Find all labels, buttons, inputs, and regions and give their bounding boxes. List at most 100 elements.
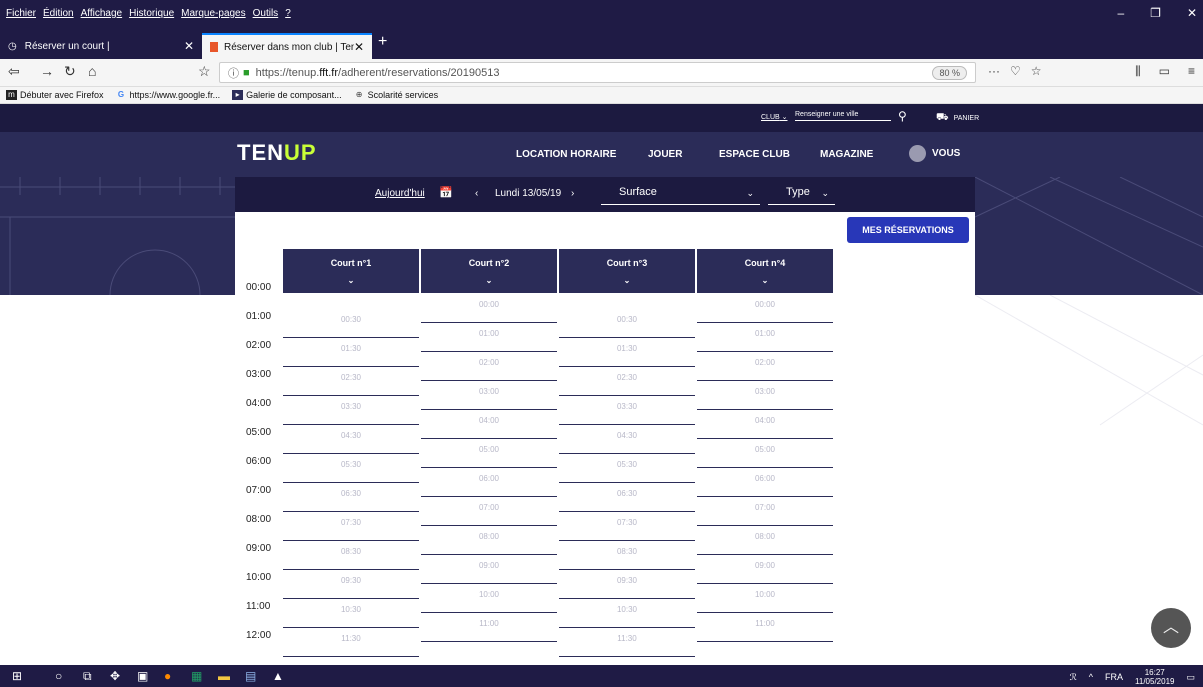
time-slot[interactable]: 09:00 xyxy=(421,555,557,584)
home-icon[interactable]: ⌂ xyxy=(88,63,96,79)
time-slot[interactable]: 05:30 xyxy=(283,454,419,483)
time-slot[interactable]: 00:00 xyxy=(421,294,557,323)
court-header[interactable]: Court n°2 ⌄ xyxy=(421,249,557,293)
back-icon[interactable]: ⇦ xyxy=(8,63,20,80)
media-icon[interactable]: ▣ xyxy=(137,669,148,683)
club-selector[interactable]: CLUB ⌄ xyxy=(761,113,788,121)
menu-fichier[interactable]: Fichier xyxy=(6,8,36,19)
time-slot[interactable]: 02:00 xyxy=(697,352,833,381)
nav-espace-club[interactable]: ESPACE CLUB xyxy=(719,149,790,160)
bookmark-google[interactable]: Ghttps://www.google.fr... xyxy=(116,90,220,100)
time-slot[interactable]: 06:00 xyxy=(697,468,833,497)
windows-start-icon[interactable]: ⊞ xyxy=(12,669,22,683)
reload-icon[interactable]: ↻ xyxy=(64,63,76,80)
time-slot[interactable]: 07:30 xyxy=(283,512,419,541)
bookmark-page-icon[interactable]: ☆ xyxy=(198,63,211,80)
minimize-icon[interactable]: – xyxy=(1117,6,1124,20)
time-slot[interactable]: 11:00 xyxy=(697,613,833,642)
time-slot[interactable]: 08:30 xyxy=(283,541,419,570)
time-slot[interactable]: 04:00 xyxy=(697,410,833,439)
word-icon[interactable]: ▤ xyxy=(245,669,256,683)
menu-edition[interactable]: Édition xyxy=(43,8,74,19)
user-menu[interactable]: VOUS xyxy=(909,145,960,162)
my-reservations-button[interactable]: MES RÉSERVATIONS xyxy=(847,217,969,243)
time-slot[interactable]: 06:30 xyxy=(559,483,695,512)
scroll-to-top-button[interactable]: ︿ xyxy=(1151,608,1191,648)
time-slot[interactable]: 05:30 xyxy=(559,454,695,483)
type-select[interactable]: Type ⌄ xyxy=(768,186,835,205)
cart-button[interactable]: ⛟ PANIER xyxy=(936,112,979,125)
calendar-icon[interactable]: 📅 xyxy=(439,186,453,199)
time-slot[interactable]: 00:30 xyxy=(283,309,419,338)
time-slot[interactable]: 05:00 xyxy=(421,439,557,468)
time-slot[interactable]: 02:30 xyxy=(283,367,419,396)
time-slot[interactable]: 08:00 xyxy=(421,526,557,555)
time-slot[interactable]: 04:30 xyxy=(559,425,695,454)
today-link[interactable]: Aujourd'hui xyxy=(375,188,425,199)
restore-icon[interactable]: ❐ xyxy=(1150,6,1161,20)
nav-jouer[interactable]: JOUER xyxy=(648,149,682,160)
time-slot[interactable]: 10:30 xyxy=(283,599,419,628)
court-header[interactable]: Court n°1 ⌄ xyxy=(283,249,419,293)
court-header[interactable]: Court n°3 ⌄ xyxy=(559,249,695,293)
bookmark-scolarite[interactable]: ⊕ Scolarité services xyxy=(354,90,438,100)
photos-icon[interactable]: ▲ xyxy=(272,669,284,683)
menu-historique[interactable]: Historique xyxy=(129,8,174,19)
time-slot[interactable]: 10:00 xyxy=(697,584,833,613)
time-slot[interactable]: 01:30 xyxy=(559,338,695,367)
tab-reserver-club[interactable]: Réserver dans mon club | Ten'U ✕ xyxy=(202,33,372,59)
time-slot[interactable]: 11:00 xyxy=(421,613,557,642)
close-window-icon[interactable]: ✕ xyxy=(1187,6,1197,20)
previous-day-icon[interactable]: ‹ xyxy=(475,188,478,199)
surface-select[interactable]: Surface ⌄ xyxy=(601,186,760,205)
time-slot[interactable]: 00:00 xyxy=(697,294,833,323)
menu-aide[interactable]: ? xyxy=(285,8,291,19)
city-search-input[interactable]: Renseigner une ville xyxy=(795,111,891,121)
info-icon[interactable]: ⓘ xyxy=(228,65,239,81)
time-slot[interactable]: 01:00 xyxy=(697,323,833,352)
task-view-icon[interactable]: ⧉ xyxy=(83,669,92,684)
people-icon[interactable]: ℛ xyxy=(1070,672,1077,683)
time-slot[interactable]: 03:00 xyxy=(421,381,557,410)
tab-reserver-court[interactable]: ◷ Réserver un court | ✕ xyxy=(0,33,202,59)
bookmark-firefox[interactable]: m Débuter avec Firefox xyxy=(6,90,104,100)
time-slot[interactable]: 10:30 xyxy=(559,599,695,628)
notification-icon[interactable]: ▭ xyxy=(1186,672,1195,683)
zoom-level[interactable]: 80 % xyxy=(932,66,967,80)
menu-affichage[interactable]: Affichage xyxy=(81,8,123,19)
close-tab-icon[interactable]: ✕ xyxy=(184,39,194,53)
time-slot[interactable]: 09:00 xyxy=(697,555,833,584)
nav-magazine[interactable]: MAGAZINE xyxy=(820,149,873,160)
court-header[interactable]: Court n°4 ⌄ xyxy=(697,249,833,293)
time-slot[interactable]: 02:00 xyxy=(421,352,557,381)
menu-icon[interactable]: ≡ xyxy=(1188,64,1195,79)
time-slot[interactable]: 11:30 xyxy=(559,628,695,657)
time-slot[interactable]: 03:00 xyxy=(697,381,833,410)
time-slot[interactable]: 02:30 xyxy=(559,367,695,396)
app-icon[interactable]: ✥ xyxy=(110,669,120,683)
tenup-logo[interactable]: TENUP xyxy=(237,140,317,166)
menu-marque-pages[interactable]: Marque-pages xyxy=(181,8,245,19)
chevron-up-icon[interactable]: ^ xyxy=(1089,672,1093,682)
url-field[interactable]: ⓘ ■ https://tenup. fft.fr/adherent/reserv… xyxy=(219,62,976,83)
time-slot[interactable]: 01:00 xyxy=(421,323,557,352)
excel-icon[interactable]: ▦ xyxy=(191,669,202,683)
time-slot[interactable]: 04:00 xyxy=(421,410,557,439)
time-slot[interactable]: 11:30 xyxy=(283,628,419,657)
time-slot[interactable]: 08:00 xyxy=(697,526,833,555)
clock[interactable]: 16:27 11/05/2019 xyxy=(1135,668,1174,686)
time-slot[interactable]: 06:30 xyxy=(283,483,419,512)
bookmark-galerie[interactable]: ▸ Galerie de composant... xyxy=(232,90,342,100)
time-slot[interactable]: 05:00 xyxy=(697,439,833,468)
explorer-icon[interactable]: ▬ xyxy=(218,669,230,683)
time-slot[interactable]: 04:30 xyxy=(283,425,419,454)
library-icon[interactable]: ⫼ xyxy=(1135,64,1141,79)
forward-icon[interactable]: → xyxy=(40,63,54,79)
time-slot[interactable]: 01:30 xyxy=(283,338,419,367)
menu-outils[interactable]: Outils xyxy=(253,8,279,19)
time-slot[interactable]: 07:00 xyxy=(697,497,833,526)
language-indicator[interactable]: FRA xyxy=(1105,672,1123,682)
time-slot[interactable]: 00:30 xyxy=(559,309,695,338)
time-slot[interactable]: 07:30 xyxy=(559,512,695,541)
time-slot[interactable]: 07:00 xyxy=(421,497,557,526)
